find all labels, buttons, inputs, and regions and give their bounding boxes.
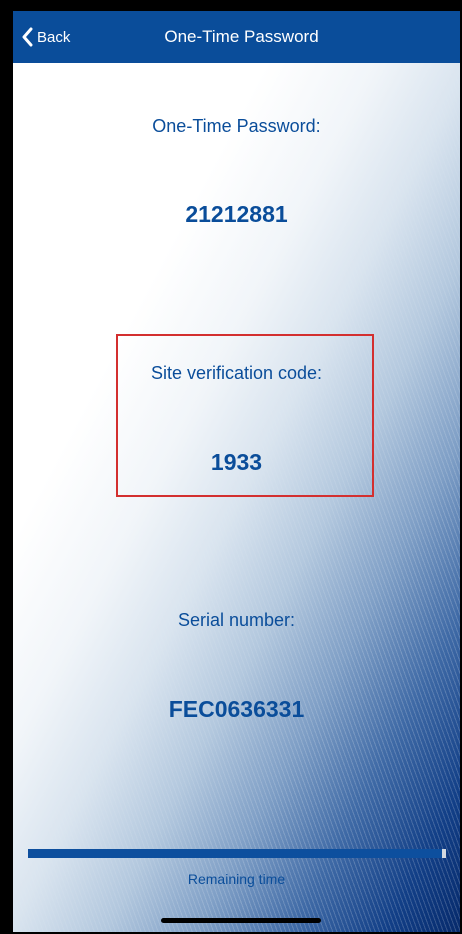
page-title: One-Time Password bbox=[164, 27, 319, 46]
serial-number-value: FEC0636331 bbox=[168, 696, 305, 722]
remaining-time-label: Remaining time bbox=[187, 871, 286, 887]
navigation-bar: Back One-Time Password bbox=[13, 11, 460, 63]
otp-screen: Back One-Time Password One-Time Password… bbox=[13, 11, 460, 932]
site-verification-label: Site verification code: bbox=[150, 363, 323, 383]
site-verification-value: 1933 bbox=[210, 449, 263, 475]
remaining-time-progress-bar bbox=[28, 849, 446, 858]
otp-label: One-Time Password: bbox=[152, 116, 321, 136]
serial-number-label: Serial number: bbox=[177, 610, 296, 630]
remaining-time-progress-fill bbox=[28, 849, 442, 858]
otp-value: 21212881 bbox=[185, 201, 288, 227]
home-indicator[interactable] bbox=[161, 918, 321, 923]
phone-frame: Back One-Time Password One-Time Password… bbox=[0, 0, 462, 934]
